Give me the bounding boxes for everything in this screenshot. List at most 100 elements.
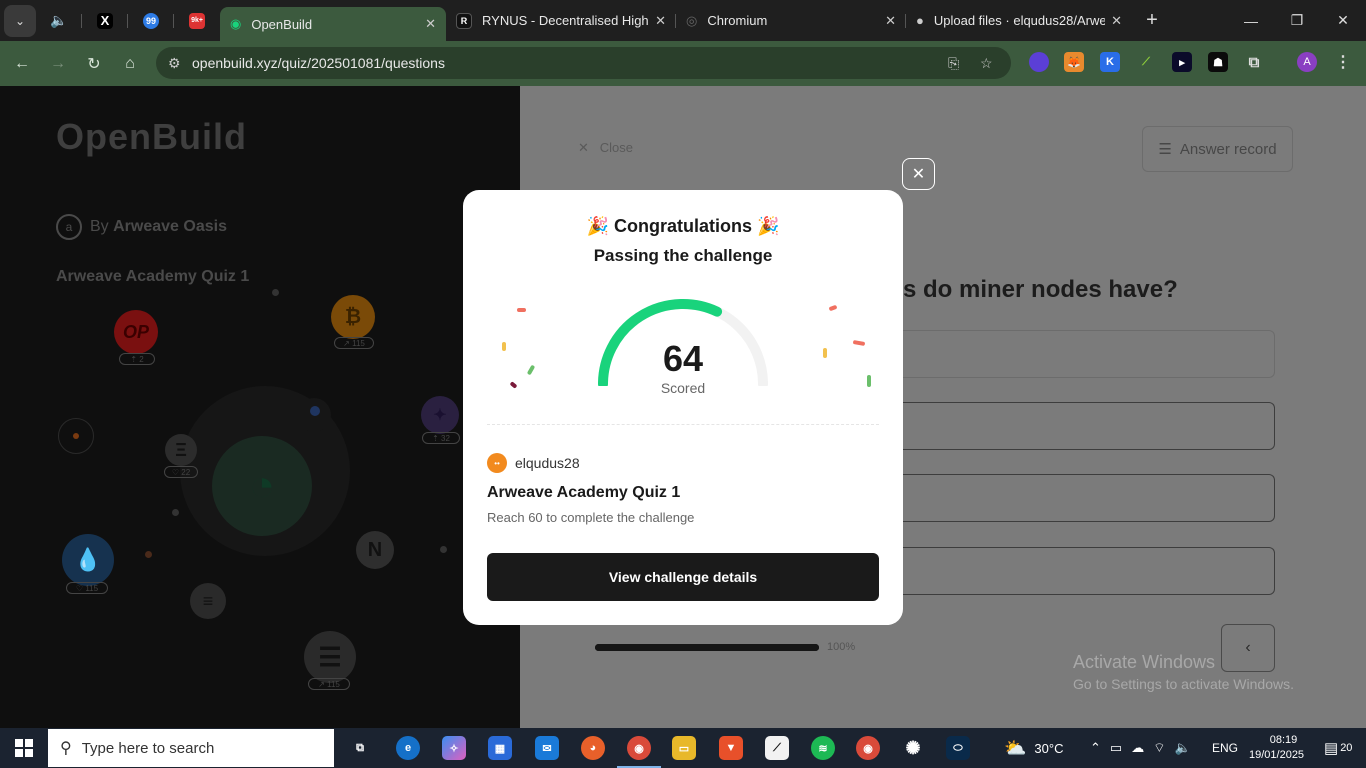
chrome-profile-icon[interactable]: ◉ (627, 736, 651, 760)
modal-close-button[interactable]: ✕ (902, 158, 935, 190)
address-bar[interactable]: ⚙ openbuild.xyz/quiz/202501081/questions… (156, 47, 1011, 79)
copilot-icon[interactable]: ✧ (442, 736, 466, 760)
modal-quiz-name: Arweave Academy Quiz 1 (487, 484, 681, 501)
partly-cloudy-icon: ⛅ (1004, 737, 1027, 758)
language-indicator[interactable]: ENG (1212, 728, 1238, 768)
close-tab-icon[interactable]: ✕ (425, 16, 436, 32)
view-challenge-details-button[interactable]: View challenge details (487, 553, 879, 601)
quiz-title: Arweave Academy Quiz 1 (56, 268, 250, 285)
brave-icon[interactable]: ▼ (719, 736, 743, 760)
menu-kebab-icon[interactable]: ⋮ (1333, 52, 1353, 72)
extension-ghost-icon[interactable]: ☗ (1208, 52, 1228, 72)
answer-option-4[interactable] (895, 547, 1275, 595)
taskbar-search[interactable]: ⚲ Type here to search (48, 729, 334, 767)
site-info-icon[interactable]: ⚙ (168, 55, 181, 72)
forward-button[interactable]: → (41, 47, 75, 81)
small-dot (73, 433, 79, 439)
url-text: openbuild.xyz/quiz/202501081/questions (192, 55, 445, 71)
edge-icon[interactable]: e (396, 736, 420, 760)
reload-button[interactable]: ↻ (77, 47, 111, 81)
close-tab-icon[interactable]: ✕ (655, 13, 666, 29)
firefox-icon[interactable]: ◕ (581, 736, 605, 760)
weather-widget[interactable]: ⛅ 30°C (1004, 728, 1063, 768)
result-modal: 🎉 Congratulations 🎉 Passing the challeng… (463, 190, 903, 625)
small-dot (272, 289, 279, 296)
audio-tab[interactable]: 🔈 (36, 5, 82, 37)
tab-title: OpenBuild (251, 16, 313, 32)
ethereum-orb: Ξ (165, 434, 197, 466)
small-dot (310, 406, 320, 416)
arbitrum-badge: ⇡ 32 (422, 432, 460, 444)
file-explorer-icon[interactable]: ▭ (672, 736, 696, 760)
near-orb: N (356, 531, 394, 569)
party-popper-icon: 🎉 (586, 216, 609, 236)
congrats-text: Congratulations (614, 216, 752, 236)
x-favicon: X (97, 12, 113, 29)
close-tab-icon[interactable]: ✕ (1111, 13, 1122, 29)
tab-github[interactable]: ● Upload files · elqudus28/Arwe ✕ (906, 5, 1132, 37)
minimize-button[interactable]: — (1228, 0, 1274, 41)
start-button[interactable] (0, 728, 48, 768)
weather-temp: 30°C (1034, 740, 1064, 756)
new-tab-button[interactable]: + (1132, 5, 1172, 37)
answer-option-3[interactable] (895, 474, 1275, 522)
volume-icon[interactable]: 🔈 (1174, 740, 1190, 756)
optimism-badge: ⇡ 2 (119, 353, 155, 365)
install-app-icon[interactable]: ⎘ (948, 55, 959, 72)
tab-openbuild[interactable]: ◉ OpenBuild ✕ (220, 7, 446, 41)
ethena-badge: ↗ 115 (308, 678, 350, 690)
confetti (517, 308, 526, 312)
profile-avatar[interactable]: A (1297, 52, 1317, 72)
battery-icon[interactable]: ▭ (1110, 740, 1122, 756)
windows-logo-icon (15, 739, 33, 757)
home-button[interactable]: ⌂ (113, 47, 147, 81)
extension-purple-icon[interactable] (1029, 52, 1049, 72)
tab-search-button[interactable]: ⌄ (4, 4, 36, 37)
bookmark-star-icon[interactable]: ☆ (980, 55, 993, 72)
wifi-icon[interactable]: ⌔ (1153, 740, 1165, 756)
answer-record-button[interactable]: ☰ Answer record (1142, 126, 1293, 172)
mail-icon[interactable]: ✉ (535, 736, 559, 760)
notification-center[interactable]: ▤ 20 (1324, 728, 1352, 768)
confetti (502, 342, 506, 351)
answer-option-1[interactable] (895, 330, 1275, 378)
solana-orb: ≡ (190, 583, 226, 619)
tab-rynus[interactable]: R RYNUS - Decentralised High-E ✕ (446, 5, 676, 37)
confetti (823, 348, 827, 358)
close-tab-icon[interactable]: ✕ (885, 13, 896, 29)
screen-tool-icon[interactable]: ⬭ (946, 736, 970, 760)
metamask-icon[interactable]: 🦊 (1064, 52, 1084, 72)
store-icon[interactable]: ▦ (488, 736, 512, 760)
chatgpt-icon[interactable]: ✺ (901, 736, 925, 760)
optimism-orb: OP (114, 310, 158, 354)
x-tab[interactable]: X (82, 5, 128, 37)
answer-record-label: Answer record (1179, 140, 1277, 158)
answer-option-2[interactable] (895, 402, 1275, 450)
tab-chromium[interactable]: ◎ Chromium ✕ (676, 5, 906, 37)
99-tab[interactable]: 99 (128, 5, 174, 37)
close-quiz-link[interactable]: ✕ Close (578, 140, 633, 156)
notification-count: 20 (1340, 742, 1353, 754)
task-view-icon[interactable]: ⧉ (348, 736, 372, 760)
clock[interactable]: 08:19 19/01/2025 (1249, 728, 1304, 768)
extension-dark-icon[interactable]: ▸ (1172, 52, 1192, 72)
notif-tab[interactable]: 9k+ (174, 5, 220, 37)
small-dot (172, 509, 179, 516)
score-label: Scored (660, 380, 706, 396)
chrome-icon[interactable]: ◉ (856, 736, 880, 760)
spotify-icon[interactable]: ≋ (811, 736, 835, 760)
extensions-puzzle-icon[interactable]: ⧉ (1244, 52, 1264, 72)
keplr-icon[interactable]: K (1100, 52, 1120, 72)
app-chart-icon[interactable]: ⟋ (765, 736, 789, 760)
extension-graph-icon[interactable]: ⟋ (1136, 52, 1156, 72)
modal-title: 🎉 Congratulations 🎉 (463, 216, 903, 237)
question-text: s do miner nodes have? (903, 276, 1178, 303)
back-button[interactable]: ← (5, 47, 39, 81)
restore-button[interactable]: ❐ (1274, 0, 1320, 41)
onedrive-icon[interactable]: ☁ (1131, 740, 1144, 756)
by-prefix: By (90, 218, 109, 235)
clock-time: 08:19 (1269, 734, 1298, 746)
close-window-button[interactable]: ✕ (1320, 0, 1366, 41)
modal-divider (487, 424, 879, 425)
chevron-up-icon[interactable]: ⌃ (1090, 740, 1101, 756)
